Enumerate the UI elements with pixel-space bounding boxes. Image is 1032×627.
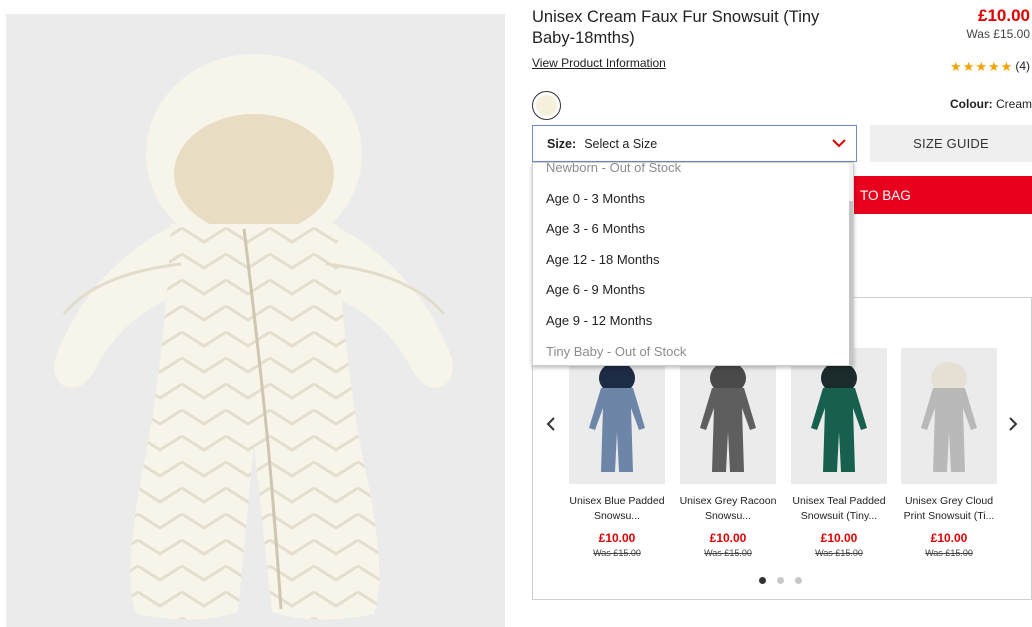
add-to-bag-label: TO BAG <box>860 187 911 203</box>
product-title: Unisex Cream Faux Fur Snowsuit (Tiny Bab… <box>532 8 820 47</box>
carousel-card[interactable]: Unisex Blue Padded Snowsu... £10.00 Was … <box>569 348 665 558</box>
snowsuit-thumbnail <box>700 362 756 472</box>
cream-snowsuit-illustration <box>54 54 453 620</box>
size-option[interactable]: Age 0 - 3 Months <box>546 191 645 206</box>
star-icon: ★ <box>988 58 1000 74</box>
size-option[interactable]: Age 6 - 9 Months <box>546 282 645 297</box>
colour-swatch-cream[interactable] <box>532 91 561 120</box>
size-dropdown-list[interactable]: Newborn - Out of Stock Age 0 - 3 Months … <box>532 162 854 366</box>
size-option[interactable]: Tiny Baby - Out of Stock <box>546 344 686 359</box>
carousel-card-name[interactable]: Unisex Blue Padded Snowsu... <box>565 494 669 524</box>
product-price: £10.00 <box>978 6 1030 25</box>
carousel-card-price: £10.00 <box>820 531 858 545</box>
carousel-card-image[interactable] <box>901 348 997 484</box>
chevron-down-icon <box>832 139 846 148</box>
carousel-card-name[interactable]: Unisex Teal Padded Snowsuit (Tiny... <box>787 494 891 524</box>
rating[interactable]: ★ ★ ★ ★ ★ (4) <box>950 59 1030 73</box>
rating-count: (4) <box>1015 59 1030 73</box>
carousel-dot[interactable] <box>795 577 802 584</box>
view-product-info-link[interactable]: View Product Information <box>532 56 666 70</box>
carousel-card-image[interactable] <box>680 348 776 484</box>
snowsuit-thumbnail <box>811 362 867 472</box>
carousel-card[interactable]: Unisex Teal Padded Snowsuit (Tiny... £10… <box>791 348 887 558</box>
size-guide-button[interactable]: SIZE GUIDE <box>870 125 1032 162</box>
carousel-card[interactable]: Unisex Grey Cloud Print Snowsuit (Ti... … <box>901 348 997 558</box>
size-select-label: Size: <box>547 136 577 151</box>
colour-label-key: Colour: <box>949 97 993 111</box>
carousel-card-was-price: Was £15.00 <box>815 548 863 558</box>
size-option[interactable]: Age 9 - 12 Months <box>546 313 652 328</box>
carousel-card-was-price: Was £15.00 <box>704 548 752 558</box>
carousel-dot[interactable] <box>777 577 784 584</box>
carousel-card-price: £10.00 <box>598 531 636 545</box>
carousel-card-was-price: Was £15.00 <box>925 548 973 558</box>
carousel-card-price: £10.00 <box>930 531 968 545</box>
carousel-card-name[interactable]: Unisex Grey Cloud Print Snowsuit (Ti... <box>897 494 1001 524</box>
size-option[interactable]: Age 3 - 6 Months <box>546 221 645 236</box>
size-option[interactable]: Age 12 - 18 Months <box>546 252 659 267</box>
product-was-price: Was £15.00 <box>966 27 1030 41</box>
star-icon: ★ <box>975 58 988 74</box>
star-icon: ★ <box>1000 58 1013 74</box>
star-icon: ★ <box>950 58 962 74</box>
size-option[interactable]: Newborn - Out of Stock <box>546 163 681 175</box>
size-select[interactable]: Size: Select a Size <box>532 125 857 162</box>
carousel-card-name[interactable]: Unisex Grey Racoon Snowsu... <box>676 494 780 524</box>
snowsuit-thumbnail <box>921 362 977 472</box>
colour-value: Cream <box>995 97 1032 111</box>
size-select-value: Select a Size <box>584 136 658 151</box>
chevron-left-icon[interactable] <box>541 414 561 434</box>
carousel-dot[interactable] <box>759 577 766 584</box>
chevron-right-icon[interactable] <box>1003 414 1023 434</box>
dropdown-scrollbar[interactable] <box>849 163 853 365</box>
snowsuit-thumbnail <box>589 362 645 472</box>
star-icon: ★ <box>962 58 975 74</box>
carousel-card-price: £10.00 <box>709 531 747 545</box>
dropdown-scrollbar-thumb[interactable] <box>849 201 853 365</box>
colour-label: Colour: Cream <box>950 97 1032 111</box>
carousel-card-image[interactable] <box>569 348 665 484</box>
carousel-card-was-price: Was £15.00 <box>593 548 641 558</box>
carousel-pagination <box>759 577 802 584</box>
swatch-fill <box>536 95 557 116</box>
carousel-card-image[interactable] <box>791 348 887 484</box>
carousel-card[interactable]: Unisex Grey Racoon Snowsu... £10.00 Was … <box>680 348 776 558</box>
product-main-image[interactable] <box>6 14 505 627</box>
